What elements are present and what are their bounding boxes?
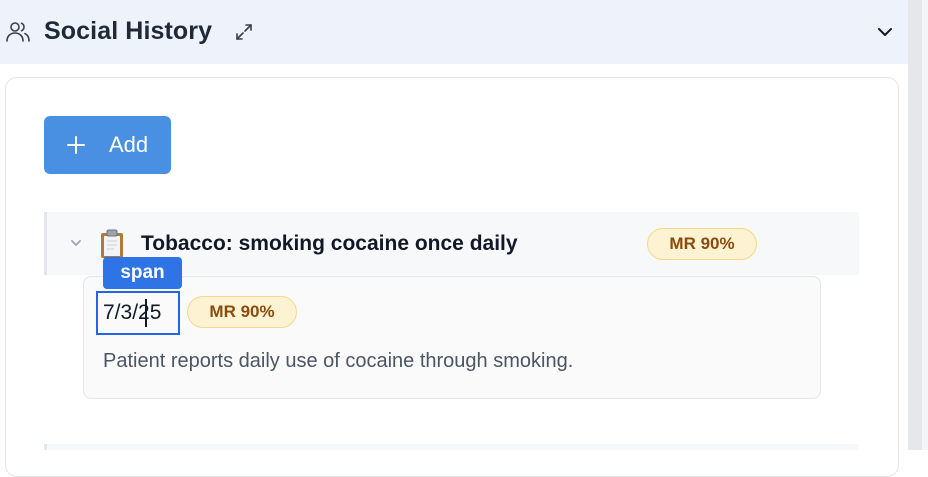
entry-detail-card	[83, 276, 821, 399]
entry-note: Patient reports daily use of cocaine thr…	[103, 350, 574, 372]
people-icon	[6, 22, 30, 42]
entry-title: Tobacco: smoking cocaine once daily	[141, 232, 518, 255]
add-button-label: Add	[109, 132, 149, 157]
social-history-entry[interactable]	[44, 444, 859, 450]
clipboard-icon	[101, 229, 123, 258]
scrollbar-thumb[interactable]	[908, 0, 922, 450]
expand-arrows-icon[interactable]	[234, 22, 254, 42]
add-button[interactable]: Add	[44, 116, 171, 174]
chevron-down-icon[interactable]	[874, 21, 896, 43]
element-inspector-tooltip: span	[103, 257, 182, 289]
section-title: Social History	[44, 17, 213, 45]
detail-confidence-badge: MR 90%	[187, 296, 297, 328]
section-header[interactable]: Social History	[0, 0, 908, 64]
entry-date[interactable]: 7/3/25	[96, 291, 180, 335]
text-cursor	[145, 299, 147, 327]
chevron-down-icon[interactable]	[69, 236, 83, 250]
confidence-badge: MR 90%	[647, 228, 757, 260]
plus-icon	[67, 136, 85, 154]
